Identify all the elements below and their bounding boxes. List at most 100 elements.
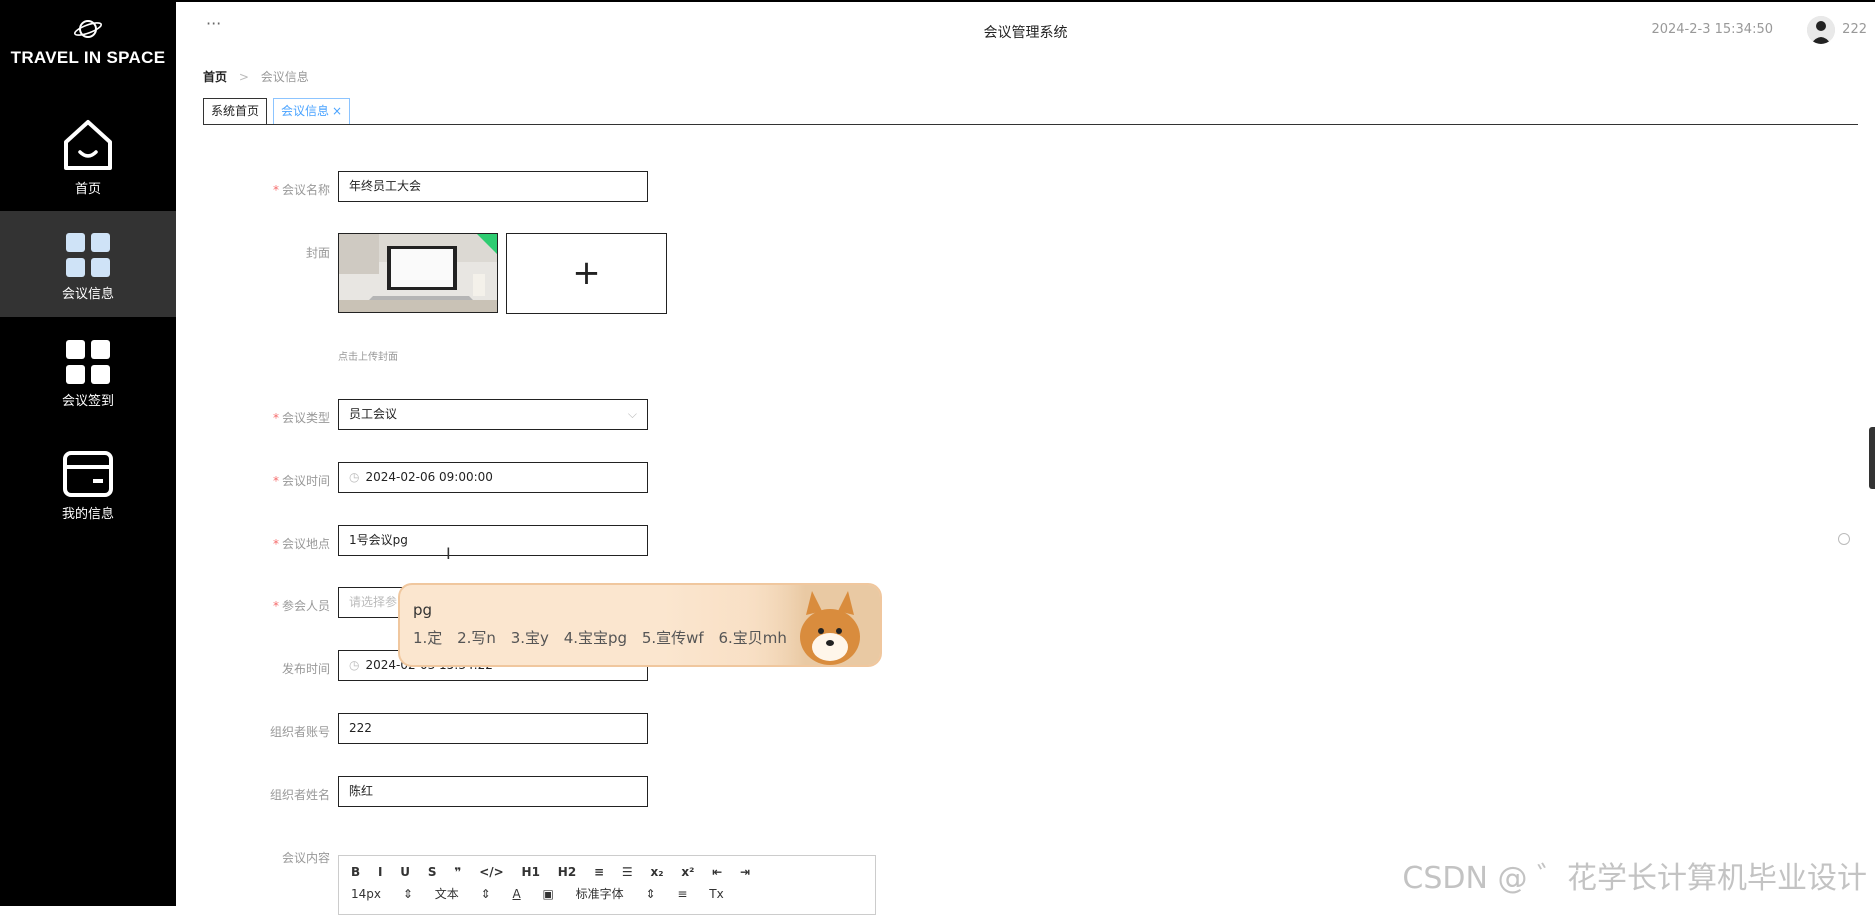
ordered-list-button[interactable]: ≡ — [594, 865, 604, 879]
meeting-location-input[interactable]: 1号会议pg — [338, 525, 648, 556]
scrollbar-thumb[interactable] — [1869, 427, 1875, 489]
meeting-time-label: * 会议时间 — [190, 472, 330, 489]
tab-meeting-info[interactable]: 会议信息 × — [273, 98, 351, 124]
ime-input-code: pg — [413, 601, 433, 619]
ime-candidate[interactable]: 3.宝y — [511, 629, 549, 647]
font-color-icon[interactable]: A — [512, 887, 520, 901]
font-size-select[interactable]: 14px — [351, 887, 381, 901]
ime-candidates: 1.定 2.写n 3.宝y 4.宝宝pg 5.宣传wf 6.宝贝mh — [413, 627, 797, 648]
clear-format-icon[interactable]: Tx — [709, 887, 723, 901]
username[interactable]: 222 — [1842, 22, 1867, 37]
sidebar-item-label: 会议信息 — [61, 287, 114, 302]
h2-button[interactable]: H2 — [558, 865, 576, 879]
publish-time-label: 发布时间 — [190, 660, 330, 677]
sidebar-item-meeting-info[interactable]: 会议信息 — [0, 211, 176, 317]
text-cursor-icon: I — [446, 544, 451, 563]
meeting-time-picker[interactable]: ◷ 2024-02-06 09:00:00 — [338, 462, 648, 493]
required-mark: * — [272, 599, 279, 613]
chevron-updown-icon: ⇕ — [645, 887, 656, 901]
cover-hint: 点击上传封面 — [338, 352, 398, 363]
background-color-icon[interactable]: ▣ — [543, 887, 554, 901]
label-text: 发布时间 — [281, 662, 330, 676]
indent-button[interactable]: ⇥ — [740, 865, 750, 879]
bullet-list-button[interactable]: ☰ — [622, 865, 633, 879]
logo: TRAVEL IN SPACE — [0, 16, 176, 68]
card-icon — [63, 451, 113, 497]
sidebar: TRAVEL IN SPACE 首页 会议信息 会议签到 我的信息 — [0, 0, 176, 906]
label-text: 组织者姓名 — [269, 788, 330, 802]
meeting-type-label: * 会议类型 — [190, 409, 330, 426]
label-text: 会议类型 — [281, 411, 330, 425]
meeting-type-select[interactable]: 员工会议 ⌵ — [338, 399, 648, 430]
label-text: 会议时间 — [281, 474, 330, 488]
subscript-button[interactable]: x₂ — [651, 865, 664, 879]
breadcrumb-current: 会议信息 — [260, 70, 309, 84]
label-text: 会议地点 — [281, 537, 330, 551]
add-cover-button[interactable]: + — [506, 233, 667, 314]
sidebar-item-home[interactable]: 首页 — [0, 104, 176, 210]
cover-image[interactable] — [338, 233, 498, 313]
tab-label: 系统首页 — [211, 104, 260, 118]
content-label: 会议内容 — [190, 849, 330, 866]
font-family-select[interactable]: 标准字体 — [576, 885, 624, 902]
header: ··· 会议管理系统 2024-2-3 15:34:50 222 — [176, 0, 1875, 58]
clock-icon: ◷ — [349, 658, 360, 672]
sidebar-item-meeting-signin[interactable]: 会议签到 — [0, 318, 176, 424]
quote-button[interactable]: ❞ — [454, 865, 461, 879]
rich-text-editor[interactable]: B I U S ❞ </> H1 H2 ≡ ☰ x₂ x² ⇤ ⇥ 14px ⇕… — [338, 855, 876, 915]
italic-button[interactable]: I — [378, 865, 382, 879]
input-value: 年终员工大会 — [349, 179, 422, 193]
dog-image — [730, 585, 880, 665]
close-icon[interactable]: × — [332, 104, 342, 118]
sidebar-item-label: 我的信息 — [61, 507, 114, 522]
underline-button[interactable]: U — [400, 865, 410, 879]
ime-candidate[interactable]: 1.定 — [413, 629, 442, 647]
tab-system-home[interactable]: 系统首页 — [203, 98, 268, 124]
floating-dot-icon[interactable] — [1838, 533, 1850, 545]
datetime: 2024-2-3 15:34:50 — [1651, 22, 1773, 37]
avatar[interactable] — [1807, 16, 1835, 44]
chevron-down-icon: ⌵ — [627, 407, 637, 421]
label-text: 封面 — [305, 246, 330, 260]
outdent-button[interactable]: ⇤ — [712, 865, 722, 879]
block-type-select[interactable]: 文本 — [435, 885, 459, 902]
ime-candidate[interactable]: 5.宣传wf — [642, 629, 704, 647]
grid-icon — [66, 340, 110, 384]
organizer-account-input[interactable]: 222 — [338, 713, 648, 744]
bold-button[interactable]: B — [351, 865, 360, 879]
chevron-updown-icon: ⇕ — [480, 887, 491, 901]
planet-icon — [73, 20, 103, 38]
ime-candidate[interactable]: 4.宝宝pg — [564, 629, 627, 647]
input-value: 222 — [349, 721, 372, 735]
input-value: 2024-02-06 09:00:00 — [365, 470, 493, 484]
ime-candidate[interactable]: 2.写n — [457, 629, 496, 647]
organizer-account-label: 组织者账号 — [190, 723, 330, 740]
meeting-name-input[interactable]: 年终员工大会 — [338, 171, 648, 202]
ime-candidate[interactable]: 6.宝贝mh — [718, 629, 786, 647]
organizer-name-label: 组织者姓名 — [190, 786, 330, 803]
tab-label: 会议信息 — [281, 104, 330, 118]
logo-text: TRAVEL IN SPACE — [10, 48, 166, 67]
breadcrumb-home[interactable]: 首页 — [203, 70, 227, 84]
label-text: 会议名称 — [281, 183, 330, 197]
align-icon[interactable]: ≡ — [677, 887, 687, 901]
label-text: 参会人员 — [281, 599, 330, 613]
required-mark: * — [272, 183, 279, 197]
input-placeholder: 请选择参 — [349, 595, 398, 609]
breadcrumb-separator: > — [238, 70, 249, 84]
strike-button[interactable]: S — [428, 865, 437, 879]
meeting-location-label: * 会议地点 — [190, 535, 330, 552]
required-mark: * — [272, 411, 279, 425]
clock-icon: ◷ — [349, 470, 360, 484]
editor-toolbar: B I U S ❞ </> H1 H2 ≡ ☰ x₂ x² ⇤ ⇥ — [351, 865, 764, 879]
input-value: 陈红 — [349, 784, 374, 798]
cover-label: 封面 — [190, 244, 330, 261]
sidebar-item-my-info[interactable]: 我的信息 — [0, 425, 176, 531]
grid-icon — [66, 233, 110, 277]
code-button[interactable]: </> — [479, 865, 504, 879]
input-value: 员工会议 — [349, 407, 398, 421]
superscript-button[interactable]: x² — [681, 865, 694, 879]
organizer-name-input[interactable]: 陈红 — [338, 776, 648, 807]
editor-toolbar-row2: 14px ⇕ 文本 ⇕ A ▣ 标准字体 ⇕ ≡ Tx — [351, 885, 742, 902]
h1-button[interactable]: H1 — [522, 865, 540, 879]
